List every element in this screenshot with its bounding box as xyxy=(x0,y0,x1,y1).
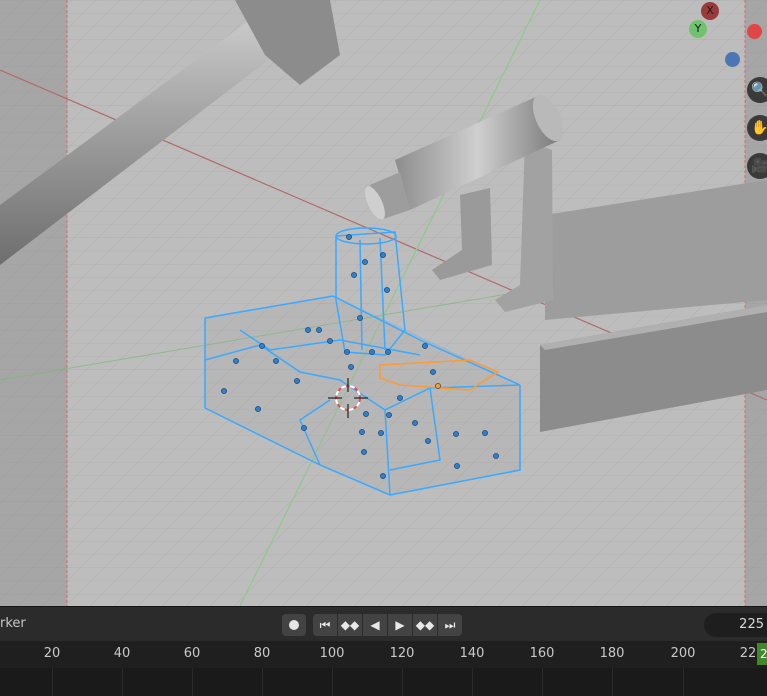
marker-menu[interactable]: rker xyxy=(0,616,26,631)
ruler-tick: 100 xyxy=(319,646,345,661)
scene-render[interactable] xyxy=(0,0,767,606)
ruler-tick: 180 xyxy=(599,646,625,661)
x-axis-icon[interactable]: X xyxy=(701,2,719,20)
camera-icon[interactable]: 🎥 xyxy=(747,153,767,179)
ruler-tick: 22 xyxy=(739,646,757,661)
z-axis-negative-icon[interactable] xyxy=(725,52,740,67)
timeline-track-area[interactable] xyxy=(0,668,767,696)
3d-viewport[interactable]: X Y 🔍 ✋ 🎥 xyxy=(0,0,767,606)
camera-passepartout-left xyxy=(0,0,67,606)
ruler-tick: 120 xyxy=(389,646,415,661)
play-icon[interactable]: ▶ xyxy=(388,614,412,636)
y-axis-icon[interactable]: Y xyxy=(689,20,707,38)
timeline-ruler[interactable]: 20 40 60 80 100 120 140 160 180 200 22 xyxy=(0,641,767,668)
ruler-tick: 140 xyxy=(459,646,485,661)
x-axis-positive-icon[interactable] xyxy=(747,24,762,39)
play-reverse-icon[interactable]: ◀ xyxy=(363,614,387,636)
ruler-tick: 20 xyxy=(43,646,61,661)
prev-keyframe-icon[interactable]: ◆◆ xyxy=(338,614,362,636)
record-icon xyxy=(289,620,299,630)
ruler-tick: 80 xyxy=(253,646,271,661)
jump-start-icon[interactable]: ⏮ xyxy=(313,614,337,636)
ruler-tick: 200 xyxy=(670,646,696,661)
jump-end-icon[interactable]: ⏭ xyxy=(438,614,462,636)
timeline-header: rker ⏮ ◆◆ ◀ ▶ ◆◆ ⏭ 225 xyxy=(0,606,767,642)
pan-hand-icon[interactable]: ✋ xyxy=(747,115,767,141)
ruler-tick: 40 xyxy=(113,646,131,661)
playhead[interactable]: 2 xyxy=(757,643,767,665)
next-keyframe-icon[interactable]: ◆◆ xyxy=(413,614,437,636)
ruler-tick: 60 xyxy=(183,646,201,661)
zoom-icon[interactable]: 🔍 xyxy=(747,77,767,103)
current-frame-field[interactable]: 225 xyxy=(704,613,767,637)
ruler-tick: 160 xyxy=(529,646,555,661)
auto-keying-button[interactable] xyxy=(282,614,306,636)
playback-controls: ⏮ ◆◆ ◀ ▶ ◆◆ ⏭ xyxy=(313,614,462,636)
